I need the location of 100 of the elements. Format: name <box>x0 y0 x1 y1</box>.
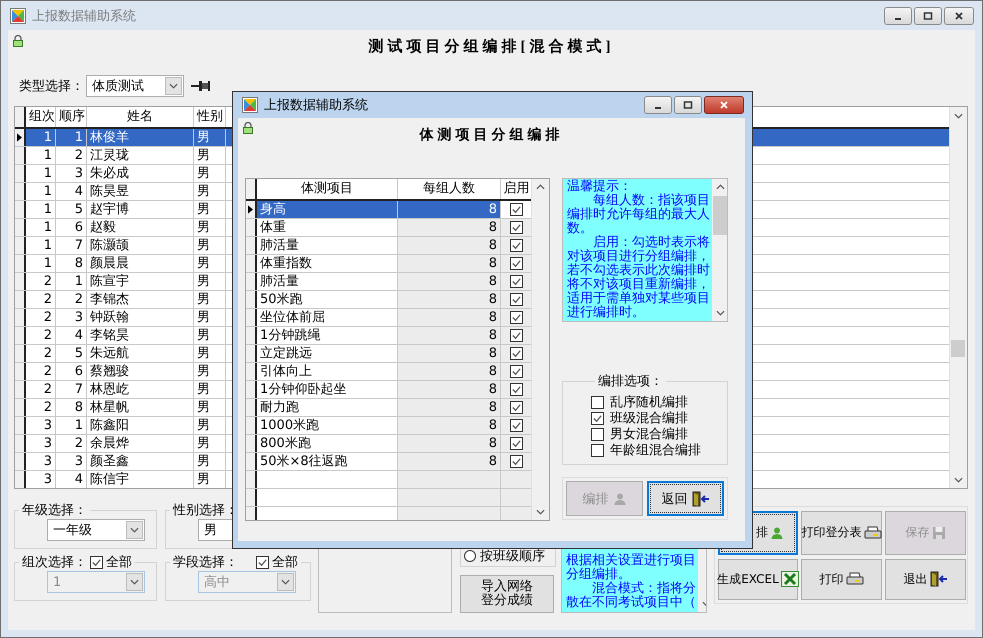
row-header[interactable] <box>246 471 257 488</box>
row-header[interactable] <box>15 219 26 236</box>
action-button[interactable]: 打印登分表 <box>801 511 882 554</box>
row-header[interactable] <box>15 201 26 218</box>
type-dropdown[interactable]: 体质测试 <box>86 75 184 97</box>
row-header[interactable] <box>15 327 26 344</box>
column-header[interactable]: 姓名 <box>87 107 194 127</box>
row-header[interactable] <box>15 309 26 326</box>
table-row[interactable]: 1分钟跳绳 8 <box>246 327 531 345</box>
row-header[interactable] <box>246 345 257 362</box>
row-header[interactable] <box>15 291 26 308</box>
maximize-button[interactable] <box>674 96 702 114</box>
row-header[interactable] <box>15 345 26 362</box>
checkbox[interactable] <box>510 383 523 396</box>
table-row[interactable]: 肺活量 8 <box>246 237 531 255</box>
table-row[interactable]: 体重 8 <box>246 219 531 237</box>
checkbox[interactable] <box>591 444 604 456</box>
checkbox[interactable] <box>510 221 523 234</box>
row-header[interactable] <box>246 489 257 506</box>
checkbox[interactable] <box>510 437 523 450</box>
row-header[interactable] <box>15 165 26 182</box>
table-row[interactable]: 身高 8 <box>246 201 531 219</box>
checkbox[interactable] <box>510 257 523 270</box>
checkbox[interactable] <box>510 293 523 306</box>
checkbox[interactable] <box>510 419 523 432</box>
row-header[interactable] <box>246 507 257 520</box>
row-header[interactable] <box>15 381 26 398</box>
row-header[interactable] <box>246 435 257 452</box>
row-header[interactable] <box>246 453 257 470</box>
row-header[interactable] <box>15 399 26 416</box>
row-header[interactable] <box>246 417 257 434</box>
pin-icon[interactable] <box>191 80 211 92</box>
row-header[interactable] <box>246 363 257 380</box>
checkbox[interactable] <box>510 365 523 378</box>
row-header[interactable] <box>15 417 26 434</box>
table-row[interactable]: 坐位体前屈 8 <box>246 309 531 327</box>
hint-text: 温馨提示： <box>567 180 632 194</box>
row-header[interactable] <box>15 237 26 254</box>
table-row[interactable]: 50米×8往返跑 8 <box>246 453 531 471</box>
row-header[interactable] <box>15 435 26 452</box>
checkbox[interactable] <box>510 455 523 468</box>
row-header[interactable] <box>15 129 26 146</box>
scroll-thumb[interactable] <box>951 340 965 357</box>
checkbox[interactable] <box>510 329 523 342</box>
table-row[interactable]: 体重指数 8 <box>246 255 531 273</box>
grade-dropdown[interactable]: 一年级 <box>47 519 145 541</box>
table-row[interactable]: 1分钟仰卧起坐 8 <box>246 381 531 399</box>
action-button[interactable]: 退出 <box>885 558 966 600</box>
action-button[interactable]: 生成EXCEL <box>718 558 798 600</box>
minimize-button[interactable] <box>884 6 912 24</box>
checkbox[interactable] <box>591 428 604 440</box>
row-header[interactable] <box>15 255 26 272</box>
row-header[interactable] <box>15 471 26 488</box>
row-header[interactable] <box>15 183 26 200</box>
column-header[interactable]: 性别 <box>194 107 226 127</box>
table-row[interactable]: 1000米跑 8 <box>246 417 531 435</box>
row-header[interactable] <box>246 255 257 272</box>
import-scores-button[interactable]: 导入网络登分成绩 <box>460 575 554 613</box>
row-header[interactable] <box>246 219 257 236</box>
row-header[interactable] <box>15 363 26 380</box>
row-header[interactable] <box>246 309 257 326</box>
column-header[interactable]: 顺序 <box>56 107 87 127</box>
checkbox[interactable] <box>510 203 523 216</box>
scrollbar[interactable] <box>949 107 967 488</box>
checkbox[interactable] <box>510 401 523 414</box>
checkbox[interactable] <box>591 412 604 424</box>
checkbox[interactable] <box>510 311 523 324</box>
maximize-icon <box>683 100 693 110</box>
table-row[interactable]: 800米跑 8 <box>246 435 531 453</box>
close-button[interactable] <box>704 96 744 114</box>
checkbox[interactable] <box>591 396 604 408</box>
row-header[interactable] <box>246 381 257 398</box>
row-header[interactable] <box>246 237 257 254</box>
row-header[interactable] <box>246 273 257 290</box>
table-row[interactable]: 引体向上 8 <box>246 363 531 381</box>
table-cell: 1 <box>26 219 56 236</box>
table-row[interactable]: 50米跑 8 <box>246 291 531 309</box>
row-header[interactable] <box>246 201 257 218</box>
action-button[interactable]: 打印 <box>801 558 882 600</box>
scroll-thumb[interactable] <box>713 196 727 235</box>
table-row[interactable]: 肺活量 8 <box>246 273 531 291</box>
row-header[interactable] <box>15 273 26 290</box>
column-header[interactable]: 组次 <box>26 107 56 127</box>
row-header[interactable] <box>15 453 26 470</box>
maximize-button[interactable] <box>914 6 942 24</box>
checkbox[interactable] <box>510 239 523 252</box>
scrollbar[interactable] <box>531 179 549 520</box>
column-header[interactable]: 体测项目 <box>257 179 398 199</box>
minimize-button[interactable] <box>644 96 672 114</box>
checkbox[interactable] <box>510 347 523 360</box>
row-header[interactable] <box>246 327 257 344</box>
table-row[interactable]: 耐力跑 8 <box>246 399 531 417</box>
row-header[interactable] <box>246 399 257 416</box>
row-header[interactable] <box>246 291 257 308</box>
table-row[interactable]: 立定跳远 8 <box>246 345 531 363</box>
row-header[interactable] <box>15 147 26 164</box>
checkbox[interactable] <box>510 275 523 288</box>
column-header[interactable]: 每组人数 <box>398 179 501 199</box>
close-button[interactable] <box>944 6 974 24</box>
dialog-button[interactable]: 返回 <box>647 481 724 516</box>
